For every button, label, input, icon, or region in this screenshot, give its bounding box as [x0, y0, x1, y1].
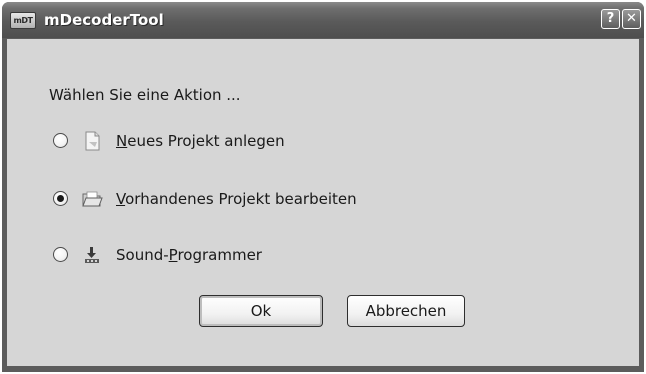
dialog-window: mDT mDecoderTool ? ✕ Wählen Sie eine Akt…	[2, 2, 644, 372]
radio-selected-dot	[57, 195, 64, 202]
radio-sound-programmer[interactable]	[53, 247, 68, 262]
option-label-new-project: Neues Projekt anlegen	[116, 132, 285, 150]
option-label-edit-project: Vorhandenes Projekt bearbeiten	[116, 190, 357, 208]
dialog-body: Wählen Sie eine Aktion ... Neues Projekt…	[7, 39, 639, 366]
download-icon	[85, 247, 99, 263]
window-title: mDecoderTool	[44, 11, 164, 29]
title-bar[interactable]: mDT mDecoderTool ? ✕	[2, 2, 644, 38]
option-new-project[interactable]: Neues Projekt anlegen	[53, 130, 433, 152]
open-folder-icon	[82, 191, 103, 207]
help-button[interactable]: ?	[601, 9, 620, 29]
radio-new-project[interactable]	[53, 133, 68, 148]
option-sound-programmer[interactable]: Sound-Programmer	[53, 244, 433, 266]
radio-edit-project[interactable]	[53, 191, 68, 206]
option-label-sound-programmer: Sound-Programmer	[116, 246, 262, 264]
close-button[interactable]: ✕	[622, 9, 641, 29]
app-logo: mDT	[10, 12, 36, 29]
ok-button[interactable]: Ok	[199, 295, 323, 327]
option-edit-project[interactable]: Vorhandenes Projekt bearbeiten	[53, 188, 433, 210]
prompt-label: Wählen Sie eine Aktion ...	[49, 86, 241, 104]
new-document-icon	[85, 131, 100, 151]
cancel-button[interactable]: Abbrechen	[347, 295, 465, 327]
